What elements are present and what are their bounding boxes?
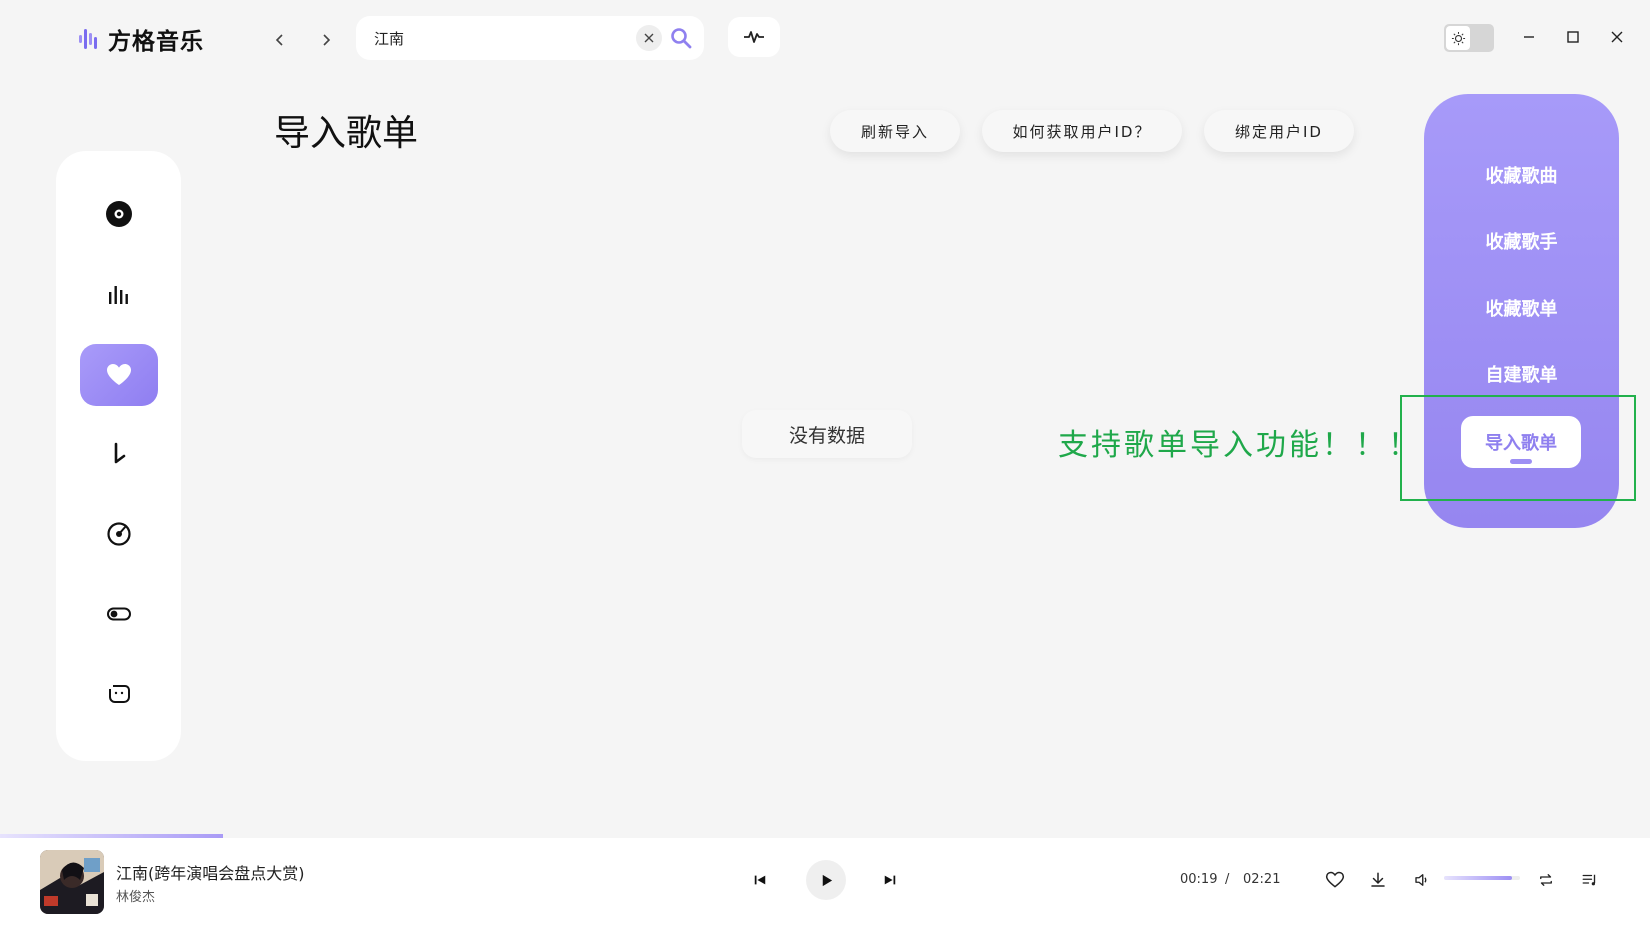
- download-icon: [1371, 872, 1385, 887]
- close-window-button[interactable]: [1606, 26, 1628, 48]
- song-artist[interactable]: 林俊杰: [116, 886, 155, 905]
- search-button[interactable]: [670, 27, 692, 49]
- heart-outline-icon: [1325, 871, 1345, 888]
- sidebar-item-feedback[interactable]: [80, 663, 158, 725]
- download-button[interactable]: [1366, 868, 1390, 892]
- sidebar-item-charts[interactable]: [80, 263, 158, 325]
- close-icon: [1611, 31, 1623, 43]
- close-icon: [644, 33, 654, 43]
- app-name: 方格音乐: [108, 29, 204, 55]
- time-separator: /: [1225, 872, 1230, 887]
- play-button[interactable]: [806, 860, 846, 900]
- how-to-get-user-id-button[interactable]: 如何获取用户ID？: [982, 110, 1182, 152]
- current-time: 00:19: [1180, 872, 1218, 887]
- speaker-icon: [1415, 874, 1427, 886]
- chat-icon: [109, 685, 130, 703]
- playlist-icon: [1582, 874, 1596, 886]
- highlight-box: [1400, 395, 1636, 501]
- volume-fill: [1444, 876, 1513, 880]
- empty-state: 没有数据: [742, 410, 912, 458]
- refresh-import-button[interactable]: 刷新导入: [830, 110, 960, 152]
- back-button[interactable]: [268, 28, 292, 52]
- page-title: 导入歌单: [274, 113, 419, 154]
- vinyl-icon: [107, 522, 131, 546]
- heart-icon: [107, 364, 131, 385]
- sidebar-item-discover[interactable]: [80, 183, 158, 245]
- left-sidebar: [56, 151, 181, 761]
- tab-my-playlists[interactable]: 自建歌单: [1424, 361, 1619, 387]
- maximize-icon: [1567, 31, 1579, 43]
- disc-icon: [106, 201, 132, 227]
- bind-user-id-button[interactable]: 绑定用户ID: [1204, 110, 1354, 152]
- song-title[interactable]: 江南(跨年演唱会盘点大赏): [116, 860, 305, 884]
- pulse-icon: [744, 31, 764, 43]
- repeat-mode-button[interactable]: [1534, 868, 1558, 892]
- search-input[interactable]: [374, 29, 636, 47]
- download-arrow-icon: [114, 442, 126, 464]
- chevron-right-icon: [323, 34, 331, 46]
- theme-toggle[interactable]: [1444, 24, 1494, 52]
- app-logo: 方格音乐: [78, 22, 204, 56]
- volume-slider[interactable]: [1444, 876, 1520, 880]
- skip-previous-icon: [754, 875, 766, 885]
- toggle-icon: [107, 607, 131, 621]
- like-button[interactable]: [1323, 868, 1347, 892]
- total-time: 02:21: [1243, 872, 1281, 887]
- sidebar-item-settings[interactable]: [80, 583, 158, 645]
- tab-favorite-playlists[interactable]: 收藏歌单: [1424, 295, 1619, 321]
- audio-recognition-button[interactable]: [728, 17, 780, 57]
- sidebar-item-favorites[interactable]: [80, 344, 158, 406]
- search-icon: [671, 28, 692, 49]
- forward-button[interactable]: [314, 28, 338, 52]
- tab-favorite-artists[interactable]: 收藏歌手: [1424, 228, 1619, 254]
- repeat-icon: [1540, 874, 1552, 886]
- feature-annotation: 支持歌单导入功能！！！: [1058, 428, 1421, 463]
- chevron-left-icon: [275, 34, 283, 46]
- clear-search-button[interactable]: [636, 25, 662, 51]
- maximize-button[interactable]: [1562, 26, 1584, 48]
- tab-favorite-songs[interactable]: 收藏歌曲: [1424, 162, 1619, 188]
- play-icon: [822, 874, 832, 886]
- album-cover[interactable]: [40, 850, 104, 914]
- volume-button[interactable]: [1410, 868, 1434, 892]
- next-button[interactable]: [870, 860, 910, 900]
- logo-waveform-icon: [79, 29, 97, 49]
- minimize-button[interactable]: [1518, 26, 1540, 48]
- chart-bars-icon: [109, 286, 128, 304]
- previous-button[interactable]: [740, 860, 780, 900]
- skip-next-icon: [884, 875, 896, 885]
- search-box: [356, 16, 704, 60]
- sidebar-item-downloads[interactable]: [80, 423, 158, 485]
- sun-icon: [1446, 26, 1470, 50]
- minimize-icon: [1524, 36, 1534, 38]
- playlist-button[interactable]: [1578, 868, 1602, 892]
- player-bar: 江南(跨年演唱会盘点大赏) 林俊杰 00:19 / 02:21: [0, 838, 1650, 925]
- sidebar-item-recent[interactable]: [80, 503, 158, 565]
